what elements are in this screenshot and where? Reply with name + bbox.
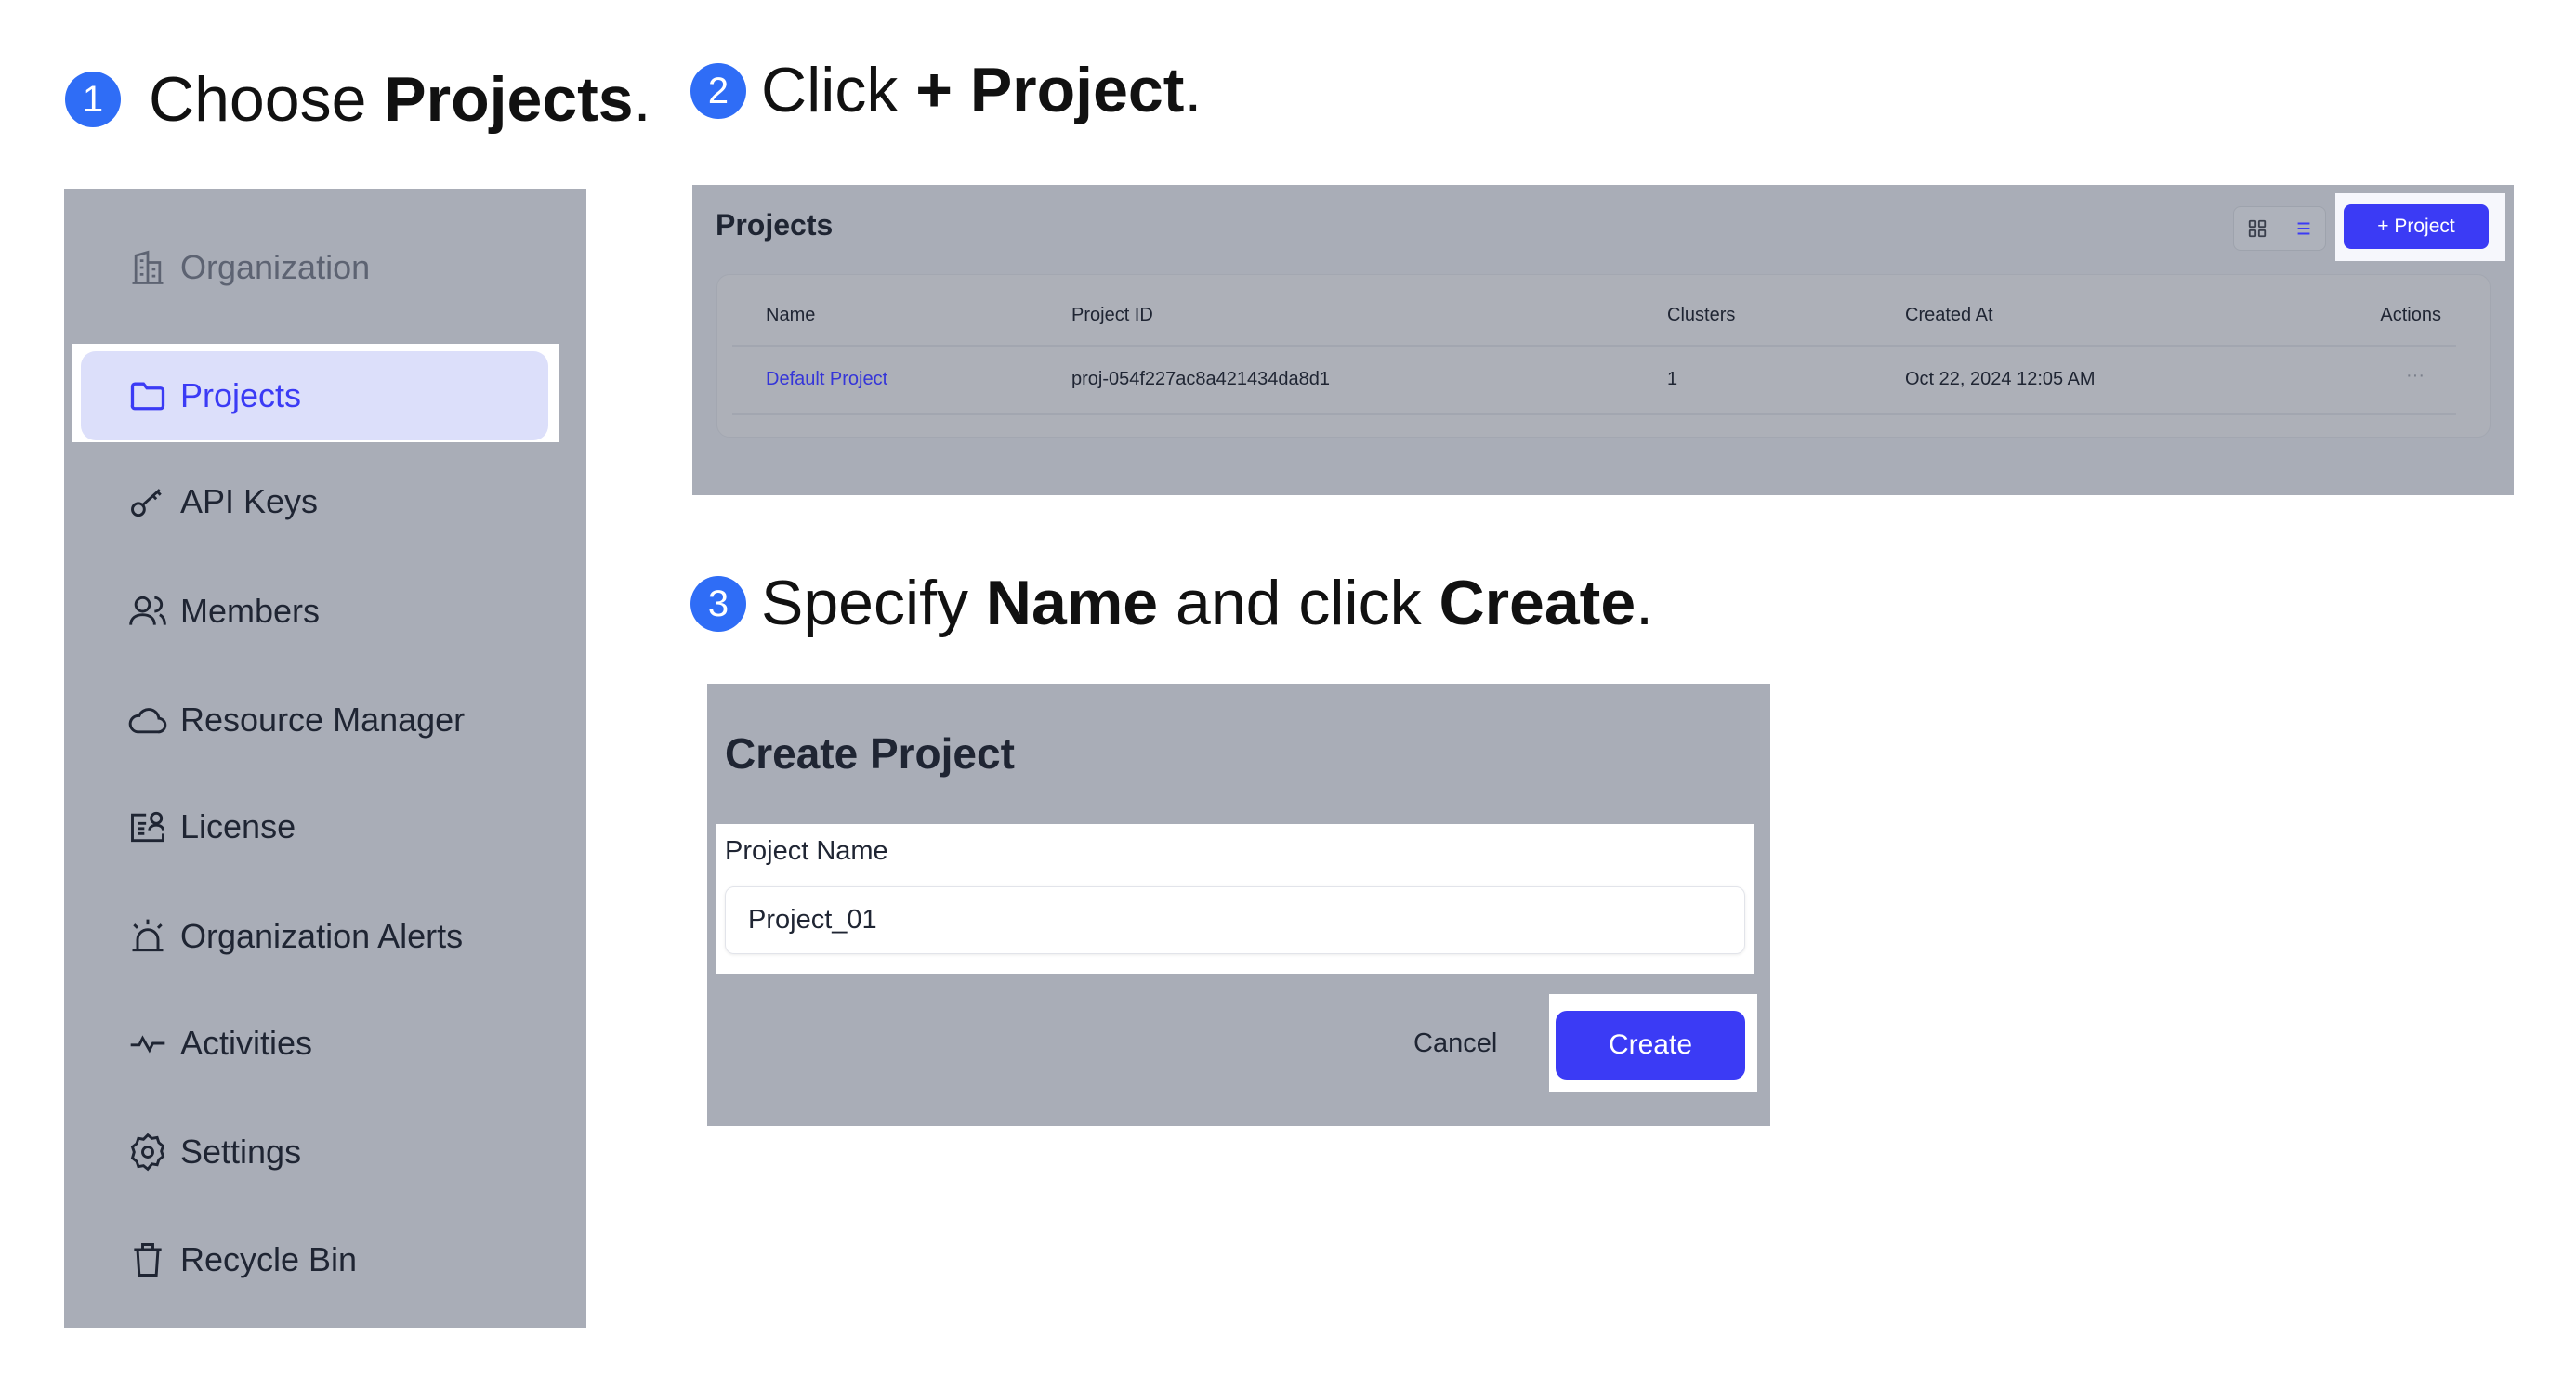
sidebar-item-recycle-bin[interactable]: Recycle Bin [81,1215,548,1304]
step-3-instruction: Specify Name and click Create. [761,568,1654,638]
step-2-badge: 2 [690,63,746,119]
table-row: Default Project proj-054f227ac8a421434da… [717,347,2490,413]
column-header-clusters: Clusters [1667,305,1736,325]
sidebar-item-label: Projects [180,376,302,414]
sidebar-item-label: API Keys [180,482,319,520]
project-name-input[interactable]: Project_01 [725,886,1745,954]
project-id-cell: proj-054f227ac8a421434da8d1 [1071,369,1331,389]
list-view-icon[interactable] [2293,218,2314,239]
sidebar-item-label: Members [180,592,321,630]
create-button[interactable]: Create [1556,1011,1745,1080]
project-name-link[interactable]: Default Project [766,369,887,390]
key-icon [131,489,162,517]
divider [732,413,2456,415]
sidebar-item-label: Activities [180,1024,313,1062]
projects-table: Name Project ID Clusters Created At Acti… [716,274,2491,438]
step-3-badge: 3 [690,576,746,632]
page-title: Projects [716,208,834,242]
column-header-created-at: Created At [1905,305,1993,325]
sidebar-item-license[interactable]: License [81,782,548,871]
sidebar-item-projects[interactable]: Projects [81,351,548,440]
sidebar-item-api-keys[interactable]: API Keys [81,457,548,546]
trash-icon [134,1243,162,1277]
folder-icon [130,382,165,411]
activity-icon [130,1035,165,1054]
step-1-instruction: Choose Projects. [149,64,651,135]
step-1-badge: 1 [65,72,121,127]
sidebar-item-activities[interactable]: Activities [81,999,548,1088]
row-actions-menu[interactable]: ··· [2406,365,2425,386]
building-icon [132,250,164,284]
sidebar-item-label: Organization [180,248,371,286]
sidebar-item-resource-manager[interactable]: Resource Manager [81,675,548,765]
sidebar-item-organization[interactable]: Organization [81,223,548,312]
dialog-title: Create Project [725,729,1015,778]
sidebar-item-label: License [180,807,296,845]
license-icon [131,811,164,843]
step-2-instruction: Click + Project. [761,55,1203,125]
view-toggle [2233,206,2326,251]
sidebar-item-label: Settings [180,1133,302,1171]
sidebar-item-members[interactable]: Members [81,567,548,656]
sidebar-item-settings[interactable]: Settings [81,1107,548,1197]
gear-icon [130,1133,165,1172]
sidebar-item-label: Recycle Bin [180,1240,358,1278]
cloud-icon [128,708,167,734]
sidebar-item-label: Resource Manager [180,701,466,739]
add-project-button[interactable]: + Project [2344,204,2489,249]
column-header-name: Name [766,305,816,325]
clusters-cell: 1 [1667,369,1678,389]
column-header-project-id: Project ID [1071,305,1153,325]
users-icon [129,596,166,625]
grid-view-icon[interactable] [2247,218,2267,239]
project-name-label: Project Name [725,836,888,866]
created-at-cell: Oct 22, 2024 12:05 AM [1905,369,2096,389]
alarm-icon [132,919,164,952]
project-name-value: Project_01 [748,905,877,935]
column-header-actions: Actions [2380,305,2441,325]
cancel-button[interactable]: Cancel [1413,1028,1497,1059]
sidebar-item-label: Organization Alerts [180,917,464,955]
sidebar-item-organization-alerts[interactable]: Organization Alerts [81,892,548,981]
